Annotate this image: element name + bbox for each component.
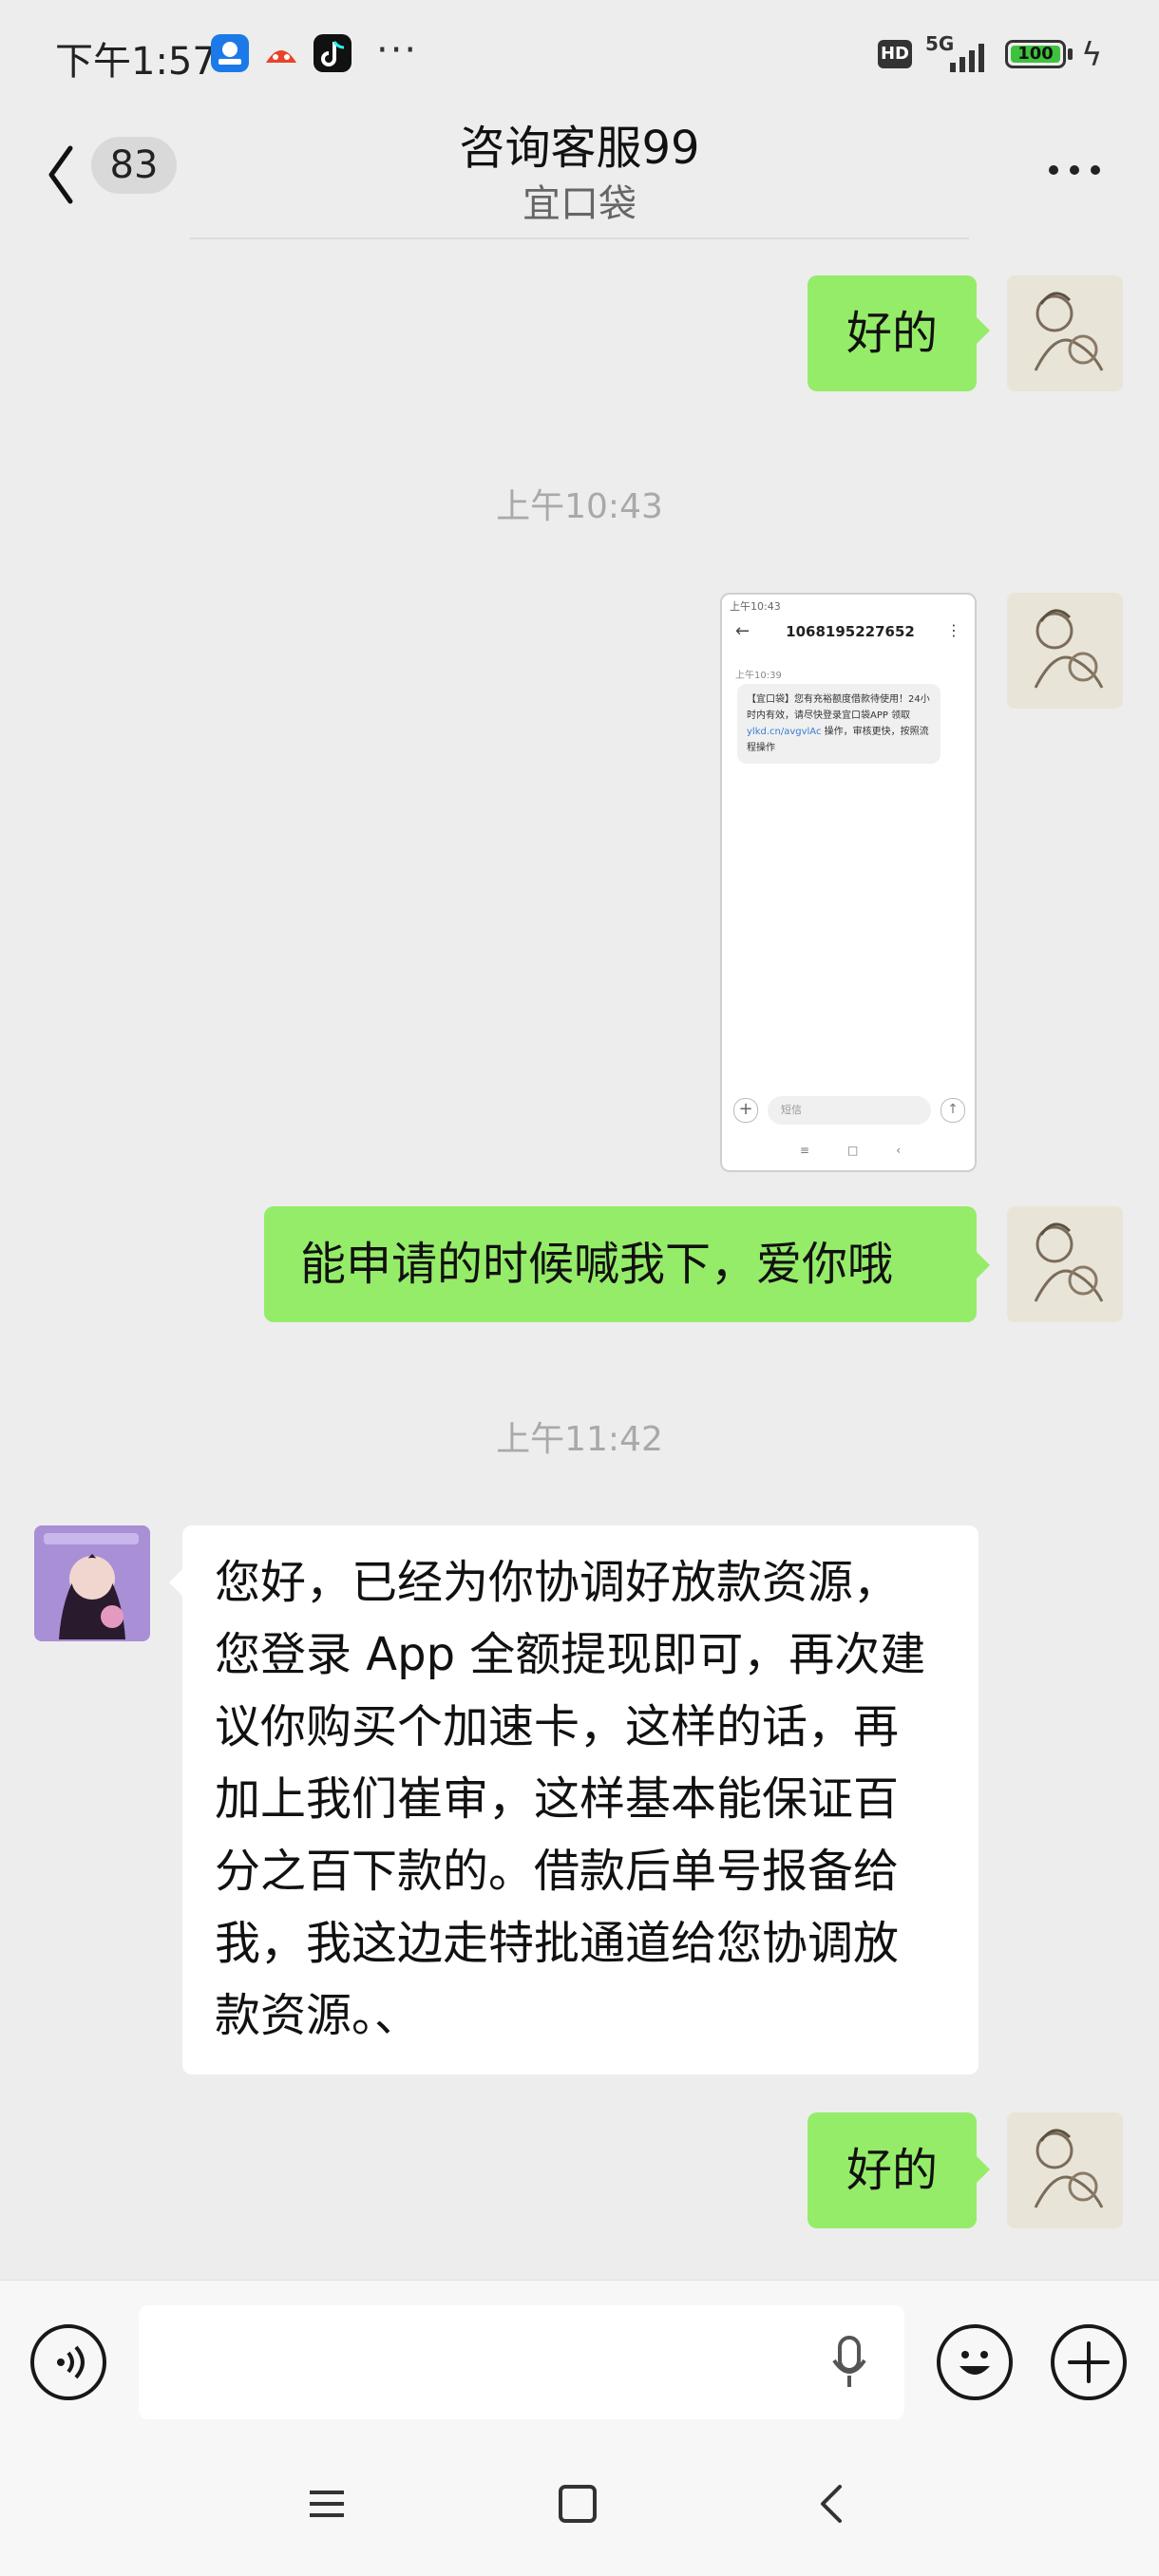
signal-icon [950,42,994,76]
system-nav-bar [0,2443,1159,2576]
chat-header: 83 咨询客服99 宜口袋 [0,104,1159,239]
bubble-tail [977,1252,990,1279]
embedded-sms-link: ylkd.cn/avgvlAc [747,727,822,737]
battery-tip [1068,48,1073,60]
embedded-sms-bubble: 【宜口袋】您有充裕额度借款待使用！24小时内有效，请尽快登录宜口袋APP 领取 … [737,684,940,764]
message-timestamp: 上午10:43 [496,487,663,526]
outgoing-message-bubble[interactable]: 好的 [808,2112,977,2228]
outgoing-message-bubble[interactable]: 能申请的时候喊我下，爱你哦 [264,1206,977,1322]
embedded-sms-text: 【宜口袋】您有充裕额度借款待使用！24小时内有效，请尽快登录宜口袋APP 领取 [747,694,930,721]
status-bar: 下午1:57 ··· HD 5G 100 ϟ [0,0,1159,104]
bubble-tail [977,317,990,344]
message-line: 我，我这边走特批通道给您协调放 [215,1917,900,1970]
input-bar [0,2280,1159,2444]
embedded-nav-icons: ≡□‹ [799,1144,940,1157]
embedded-status-time: 上午10:43 [730,600,781,613]
embedded-sms-time: 上午10:39 [735,671,782,681]
voice-mode-icon[interactable] [30,2324,106,2400]
incoming-message-bubble[interactable]: 您好，已经为你协调好放款资源， 您登录 App 全额提现即可，再次建 议你购买个… [182,1525,978,2074]
message-timestamp: 上午11:42 [496,1420,663,1459]
embedded-phone-number: 1068195227652 [786,623,915,640]
message-text: 能申请的时候喊我下，爱你哦 [300,1238,894,1291]
microphone-icon[interactable] [830,2334,868,2395]
my-avatar[interactable] [1007,275,1123,391]
back-nav-icon[interactable] [809,2481,855,2530]
my-avatar[interactable] [1007,1206,1123,1322]
chat-title: 咨询客服99 [459,122,700,175]
message-line: 加上我们崔审，这样基本能保证百 [215,1772,900,1826]
my-avatar[interactable] [1007,2112,1123,2228]
hd-badge: HD [878,40,912,68]
embedded-more-icon: ⋮ [946,621,961,639]
menu-icon[interactable] [304,2481,350,2530]
battery-level: 100 [1011,46,1060,63]
chat-subtitle: 宜口袋 [522,182,636,226]
contact-avatar[interactable] [34,1525,150,1641]
my-avatar[interactable] [1007,593,1123,709]
wechat-pay-icon [211,34,249,72]
message-line: 款资源。、 [215,1989,421,2042]
header-divider [190,237,969,239]
bubble-tail [977,2156,990,2183]
home-icon[interactable] [555,2481,600,2530]
red-app-icon [262,34,300,72]
charging-icon: ϟ [1081,36,1103,74]
battery-icon: 100 [1005,40,1066,68]
message-text: 好的 [846,2144,938,2197]
message-input[interactable] [139,2305,904,2419]
plus-icon[interactable] [1051,2324,1127,2400]
message-line: 议你购买个加速卡，这样的话，再 [215,1700,900,1753]
embedded-input: 短信 [768,1096,931,1125]
message-line: 您好，已经为你协调好放款资源， [215,1556,900,1609]
tiktok-icon [314,34,352,72]
outgoing-message-bubble[interactable]: 好的 [808,275,977,391]
message-text: 好的 [846,307,938,360]
embedded-plus-icon: + [733,1098,758,1123]
status-time: 下午1:57 [55,40,217,84]
image-message[interactable]: 上午10:43 ← 1068195227652 ⋮ 上午10:39 【宜口袋】您… [720,593,977,1172]
message-line: 您登录 App 全额提现即可，再次建 [215,1628,926,1681]
more-options-icon[interactable] [1047,161,1104,180]
emoji-icon[interactable] [937,2324,1013,2400]
status-more-indicator: ··· [376,28,419,72]
embedded-send-icon: ↑ [940,1098,965,1123]
bubble-tail [169,1569,182,1596]
message-line: 分之百下款的。借款后单号报备给 [215,1845,900,1898]
